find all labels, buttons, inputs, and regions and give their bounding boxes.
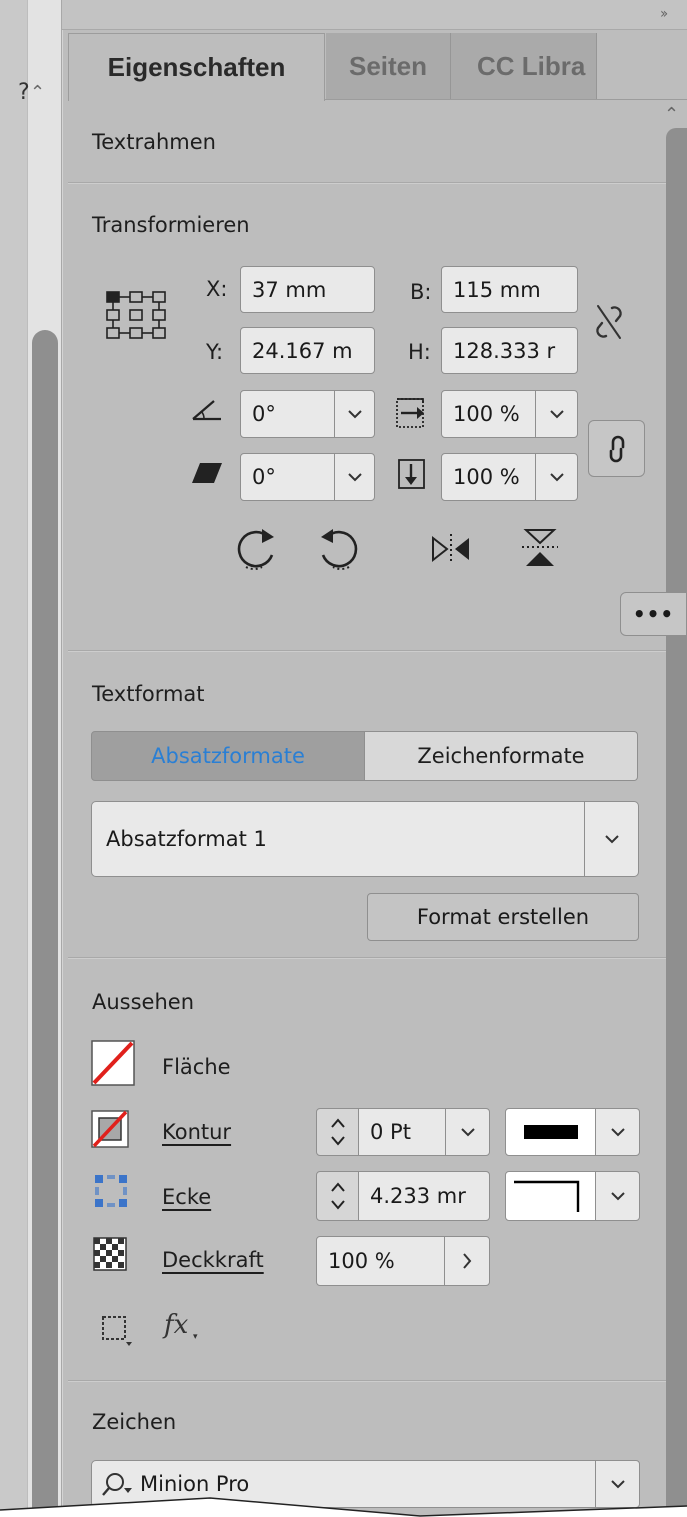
corner-options-icon[interactable] [94, 1174, 128, 1208]
section-title-textformat: Textformat [92, 682, 205, 706]
corner-link[interactable]: Ecke [162, 1185, 211, 1209]
rotation-angle-icon [192, 400, 221, 421]
stroke-weight-dropdown-button[interactable] [445, 1108, 490, 1156]
unlink-proportions-icon[interactable] [592, 302, 626, 342]
tab-seiten[interactable]: Seiten [326, 33, 451, 99]
chevron-right-icon [463, 1253, 472, 1269]
chevron-down-icon [549, 472, 564, 481]
chevron-down-icon [549, 409, 564, 418]
left-scroll-thumb[interactable] [32, 330, 58, 1517]
stroke-swatch-icon[interactable] [91, 1110, 131, 1150]
left-partial-glyph: ? [18, 80, 30, 105]
y-label: Y: [206, 340, 224, 364]
more-options-button[interactable]: ••• [620, 592, 687, 636]
section-title-aussehen: Aussehen [92, 990, 195, 1014]
stepper-arrows-icon [330, 1182, 345, 1210]
left-scroll-up-icon[interactable]: ⌃ [30, 82, 45, 103]
paragraph-style-select[interactable]: Absatzformat 1 [91, 801, 585, 877]
tab-bar-divider [325, 99, 687, 100]
fill-swatch-icon[interactable] [91, 1040, 135, 1086]
flip-vertical-icon[interactable] [520, 526, 560, 570]
effects-fx-icon[interactable]: fx [164, 1310, 188, 1340]
stroke-link[interactable]: Kontur [162, 1120, 231, 1144]
y-position-field[interactable]: 24.167 m [240, 327, 375, 374]
shear-dropdown-button[interactable] [334, 453, 375, 501]
link-icon [609, 435, 624, 462]
frame-fitting-icon[interactable] [100, 1314, 134, 1348]
opacity-checker-icon [93, 1237, 127, 1271]
chevron-down-icon [610, 1479, 625, 1488]
chevron-down-icon [347, 409, 362, 418]
corner-shape-dropdown-button[interactable] [595, 1171, 640, 1221]
scale-y-icon [398, 459, 425, 489]
paragraph-style-dropdown-button[interactable] [584, 801, 639, 877]
create-style-button[interactable]: Format erstellen [367, 893, 639, 941]
section-title-textrahmen: Textrahmen [92, 130, 216, 154]
shear-angle-field[interactable]: 0° [240, 453, 335, 501]
opacity-slider-button[interactable] [444, 1236, 490, 1286]
stepper-arrows-icon [330, 1118, 345, 1146]
rotation-dropdown-button[interactable] [334, 390, 375, 438]
x-position-field[interactable]: 37 mm [240, 266, 375, 313]
divider [68, 1380, 666, 1382]
x-label: X: [206, 277, 228, 301]
tab-cc-libraries[interactable]: CC Libra [451, 33, 597, 99]
panel-header-strip [62, 0, 687, 30]
scale-y-field[interactable]: 100 % [441, 453, 536, 501]
divider [68, 650, 666, 652]
width-field[interactable]: 115 mm [441, 266, 578, 313]
chevron-down-icon [604, 834, 619, 843]
stroke-weight-field[interactable]: 0 Pt [358, 1108, 446, 1156]
chevron-down-icon [460, 1127, 475, 1136]
section-title-zeichen: Zeichen [92, 1410, 177, 1434]
tab-absatzformate[interactable]: Absatzformate [91, 731, 365, 781]
divider [68, 182, 666, 184]
corner-shape-preview [514, 1180, 580, 1212]
effects-dropdown-indicator: ▾ [193, 1332, 198, 1342]
flip-horizontal-icon[interactable] [429, 532, 473, 566]
right-scroll-thumb[interactable] [666, 128, 687, 1517]
corner-shape-select[interactable] [505, 1171, 596, 1221]
right-scroll-up-icon[interactable]: ⌃ [664, 104, 679, 125]
stroke-type-preview [523, 1125, 578, 1139]
reference-point-icon[interactable] [105, 290, 169, 354]
scale-x-field[interactable]: 100 % [441, 390, 536, 438]
opacity-link[interactable]: Deckkraft [162, 1248, 264, 1272]
corner-size-stepper[interactable] [316, 1171, 359, 1221]
rotate-counterclockwise-icon[interactable] [315, 525, 363, 573]
height-label: H: [408, 340, 431, 364]
chevron-down-icon [610, 1127, 625, 1136]
corner-size-field[interactable]: 4.233 mr [358, 1171, 490, 1221]
height-field[interactable]: 128.333 r [441, 327, 578, 374]
width-label: B: [410, 280, 432, 304]
constrain-proportions-button[interactable] [588, 420, 645, 477]
fill-label: Fläche [162, 1055, 231, 1079]
stroke-type-dropdown-button[interactable] [595, 1108, 640, 1156]
torn-edge [0, 1497, 687, 1517]
chevron-down-icon [610, 1191, 625, 1200]
rotate-clockwise-icon[interactable] [232, 525, 280, 573]
stroke-weight-stepper[interactable] [316, 1108, 359, 1156]
stroke-type-select[interactable] [505, 1108, 596, 1156]
collapse-panel-icon[interactable]: ›› [660, 6, 668, 22]
shear-angle-icon [192, 463, 222, 483]
tab-zeichenformate[interactable]: Zeichenformate [365, 731, 638, 781]
chevron-down-icon [347, 472, 362, 481]
scale-x-icon [396, 398, 424, 428]
divider [68, 957, 666, 959]
opacity-field[interactable]: 100 % [316, 1236, 445, 1286]
section-title-transformieren: Transformieren [92, 213, 250, 237]
scale-y-dropdown-button[interactable] [535, 453, 578, 501]
scale-x-dropdown-button[interactable] [535, 390, 578, 438]
tab-eigenschaften[interactable]: Eigenschaften [68, 33, 325, 101]
rotation-angle-field[interactable]: 0° [240, 390, 335, 438]
